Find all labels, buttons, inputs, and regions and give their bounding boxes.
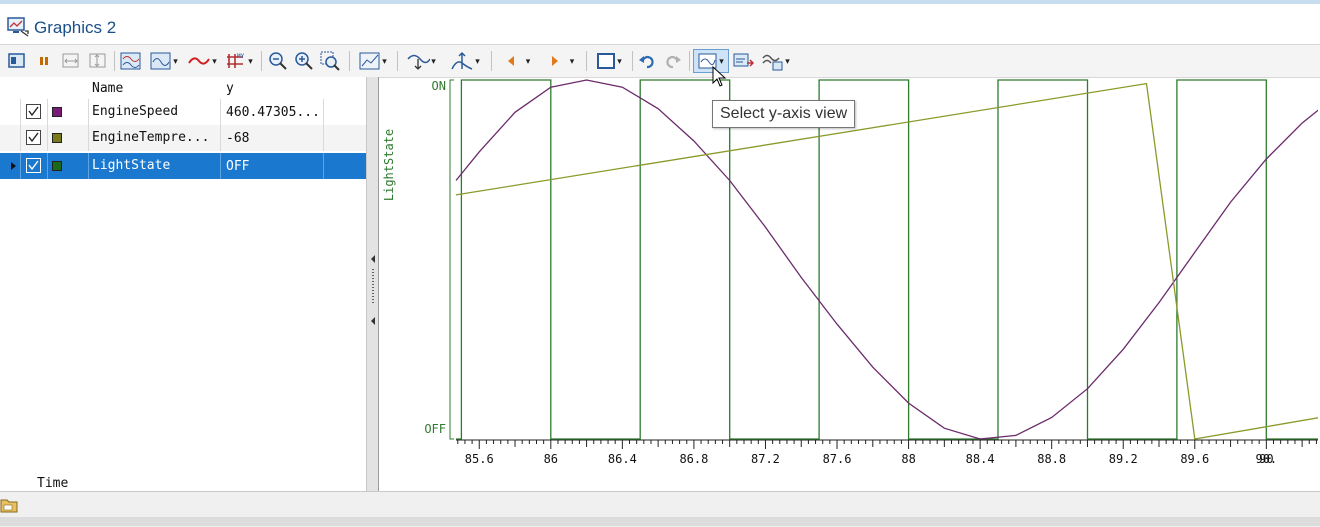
x-tick-label: 90. <box>1255 452 1277 466</box>
prev-marker-icon[interactable]: ▾ <box>496 49 538 73</box>
series-line-lightstate[interactable] <box>456 79 1318 440</box>
x-tick-label: 86.4 <box>608 452 637 466</box>
signal-layout-menu-icon[interactable]: ▾ <box>146 49 182 73</box>
signal-value: -68 <box>226 131 250 146</box>
cell-divider <box>88 153 89 179</box>
signal-color-swatch[interactable] <box>52 133 62 143</box>
difference-cursor-icon[interactable]: ▾ <box>444 49 486 73</box>
cell-divider <box>323 99 324 125</box>
x-tick-label: 86 <box>544 452 558 466</box>
signal-color-swatch[interactable] <box>52 161 62 171</box>
background-menu-icon[interactable]: ▾ <box>590 49 628 73</box>
y-tick-label: OFF <box>424 422 446 436</box>
bottom-strip <box>0 517 1320 526</box>
y-tick-label: ON <box>432 79 446 93</box>
cell-divider <box>47 153 48 179</box>
signal-name: EngineSpeed <box>92 104 179 119</box>
signal-row-engine-speed[interactable]: EngineSpeed 460.47305... <box>0 99 366 125</box>
column-header-value[interactable]: y <box>226 81 234 96</box>
x-tick-label: 89.6 <box>1180 452 1209 466</box>
graphics-window-icon <box>7 17 29 37</box>
graphics-toolbar: ▾ ▾ MY ▾ ▾ ▾ ▾ ▾ ▾ ▾ ▾ ▾ <box>0 44 1320 78</box>
toolbar-separator <box>689 51 690 71</box>
tooltip: Select y-axis view <box>712 100 856 128</box>
cell-divider <box>88 99 89 125</box>
signal-row-engine-temperature[interactable]: EngineTempre... -68 <box>0 125 366 151</box>
window-title: Graphics 2 <box>34 18 117 37</box>
signal-visible-checkbox[interactable] <box>26 130 41 145</box>
series-layer <box>455 79 1318 440</box>
splitter-grip-icon <box>371 255 375 325</box>
cell-divider <box>47 99 48 125</box>
toolbar-separator <box>114 51 115 71</box>
x-tick-label: 88 <box>901 452 915 466</box>
column-header-name[interactable]: Name <box>92 81 123 96</box>
undo-icon[interactable] <box>636 49 658 73</box>
time-axis-label: Time <box>37 476 69 491</box>
x-axis: 85.6 86 86.4 86.8 87.2 87.6 88 88.4 88.8 89.2 89.6… <box>456 439 1318 466</box>
redo-icon[interactable] <box>662 49 684 73</box>
cell-divider <box>220 153 221 179</box>
signal-color-swatch[interactable] <box>52 107 62 117</box>
signal-value: 460.47305... <box>226 105 320 120</box>
cell-divider <box>20 153 21 179</box>
scale-menu-icon[interactable]: ▾ <box>354 49 392 73</box>
signal-value: OFF <box>226 159 250 174</box>
cell-divider <box>220 125 221 151</box>
x-tick-label: 89.2 <box>1109 452 1138 466</box>
toolbar-separator <box>586 51 587 71</box>
window-titlebar: Graphics 2 <box>0 4 1320 44</box>
signal-row-light-state[interactable]: LightState OFF <box>0 153 366 179</box>
signal-visible-checkbox[interactable] <box>26 104 41 119</box>
fit-x-icon[interactable] <box>60 49 82 73</box>
toolbar-separator <box>397 51 398 71</box>
zoom-out-icon[interactable] <box>266 49 290 73</box>
cell-divider <box>88 125 89 151</box>
signal-visible-checkbox[interactable] <box>26 158 41 173</box>
x-tick-label: 88.4 <box>966 452 995 466</box>
cell-divider <box>220 99 221 125</box>
mouse-cursor-icon <box>712 66 727 87</box>
signal-layout-icon[interactable] <box>119 49 143 73</box>
panel-splitter[interactable] <box>366 77 379 491</box>
current-row-arrow-icon <box>11 162 16 170</box>
y-axis-label: LightState <box>382 129 396 201</box>
signal-graph[interactable]: LightState ON OFF 85.6 86 86.4 86.8 87.2 87.6… <box>380 77 1318 491</box>
cell-divider <box>20 125 21 151</box>
scaling-menu-icon[interactable]: MY ▾ <box>222 49 256 73</box>
x-tick-label: 87.2 <box>751 452 780 466</box>
cell-divider <box>47 125 48 151</box>
folder-icon[interactable] <box>0 497 18 513</box>
cell-divider <box>20 99 21 125</box>
x-tick-label: 88.8 <box>1037 452 1066 466</box>
next-marker-icon[interactable]: ▾ <box>540 49 582 73</box>
graph-settings-icon[interactable]: ▾ <box>759 49 793 73</box>
cursor-menu-icon[interactable]: ▾ <box>401 49 441 73</box>
x-tick-label: 87.6 <box>823 452 852 466</box>
svg-text:MY: MY <box>237 53 245 60</box>
cell-divider <box>323 125 324 151</box>
tooltip-text: Select y-axis view <box>720 105 848 122</box>
signal-name: EngineTempre... <box>92 130 210 145</box>
measurement-marker-icon[interactable] <box>5 49 29 73</box>
toolbar-separator <box>261 51 262 71</box>
cell-divider <box>323 153 324 179</box>
signal-list-panel: Name y EngineSpeed 460.47305... EngineTe… <box>0 77 372 491</box>
y-axis-line <box>449 79 454 440</box>
toolbar-separator <box>632 51 633 71</box>
fit-y-icon[interactable] <box>87 49 109 73</box>
toolbar-separator <box>349 51 350 71</box>
series-line-enginespeed[interactable] <box>455 79 1318 440</box>
export-icon[interactable] <box>731 49 757 73</box>
pause-icon[interactable] <box>36 49 52 73</box>
signal-name: LightState <box>92 158 171 173</box>
toolbar-separator <box>491 51 492 71</box>
x-tick-label: 85.6 <box>465 452 494 466</box>
x-tick-label: 86.8 <box>679 452 708 466</box>
line-style-icon[interactable]: ▾ <box>184 49 220 73</box>
zoom-in-icon[interactable] <box>292 49 316 73</box>
zoom-region-icon[interactable] <box>318 49 342 73</box>
